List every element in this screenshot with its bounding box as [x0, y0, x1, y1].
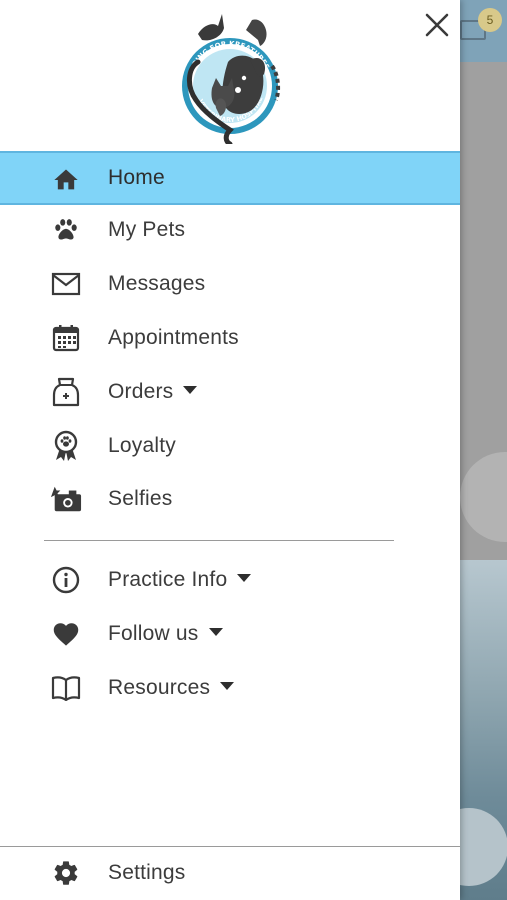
nav-item-label: Practice Info	[108, 568, 252, 592]
nav-item-home[interactable]: Home	[0, 151, 460, 205]
nav-item-label-text: Practice Info	[108, 568, 228, 591]
nav-item-label: Settings	[108, 861, 186, 884]
chevron-down-icon	[237, 574, 252, 583]
nav-item-practice-info[interactable]: Practice Info	[0, 553, 460, 607]
nav-item-label-text: Follow us	[108, 622, 199, 645]
chevron-down-icon	[183, 386, 198, 395]
nav-item-label: Messages	[108, 272, 206, 295]
nav-item-follow-us[interactable]: Follow us	[0, 607, 460, 661]
nav-item-label: Resources	[108, 676, 235, 700]
nav-item-orders[interactable]: Orders	[0, 365, 460, 419]
close-button[interactable]	[420, 8, 454, 42]
chevron-down-icon	[208, 628, 223, 637]
chevron-down-icon	[220, 682, 235, 691]
calendar-icon	[50, 322, 82, 354]
close-icon	[425, 13, 449, 37]
nav-item-my-pets[interactable]: My Pets	[0, 203, 460, 257]
nav-item-resources[interactable]: Resources	[0, 661, 460, 715]
nav-item-label: Follow us	[108, 622, 223, 646]
heart-icon	[50, 618, 82, 650]
nav-item-label: Home	[108, 166, 165, 189]
gear-icon	[50, 857, 82, 889]
background-message-badge: 5	[478, 8, 502, 32]
navigation-drawer: KARING FOR KREATURES VETERINARY HOSPITAL	[0, 0, 460, 900]
clinic-logo: KARING FOR KREATURES VETERINARY HOSPITAL	[168, 4, 290, 147]
nav-item-appointments[interactable]: Appointments	[0, 311, 460, 365]
nav-item-settings[interactable]: Settings	[0, 846, 460, 900]
book-icon	[50, 672, 82, 704]
nav-item-label-text: Resources	[108, 676, 211, 699]
nav-item-selfies[interactable]: Selfies	[0, 472, 460, 526]
envelope-icon	[50, 268, 82, 300]
nav-item-label-text: Orders	[108, 380, 174, 403]
background-app: 5	[460, 0, 507, 900]
info-icon	[50, 564, 82, 596]
nav-item-label: Loyalty	[108, 434, 176, 457]
paw-icon	[50, 214, 82, 246]
nav-item-label: Selfies	[108, 487, 173, 510]
nav-item-label: Orders	[108, 380, 198, 404]
nav-item-loyalty[interactable]: Loyalty	[0, 419, 460, 473]
logo-graphic: KARING FOR KREATURES VETERINARY HOSPITAL	[182, 14, 281, 147]
award-ribbon-icon	[50, 430, 82, 462]
nav-item-label: Appointments	[108, 326, 239, 349]
menu-divider	[44, 540, 394, 541]
nav-item-label: My Pets	[108, 218, 186, 241]
nav-item-messages[interactable]: Messages	[0, 257, 460, 311]
pet-food-bag-icon	[50, 376, 82, 408]
camera-icon	[50, 483, 82, 515]
home-icon	[50, 164, 82, 196]
